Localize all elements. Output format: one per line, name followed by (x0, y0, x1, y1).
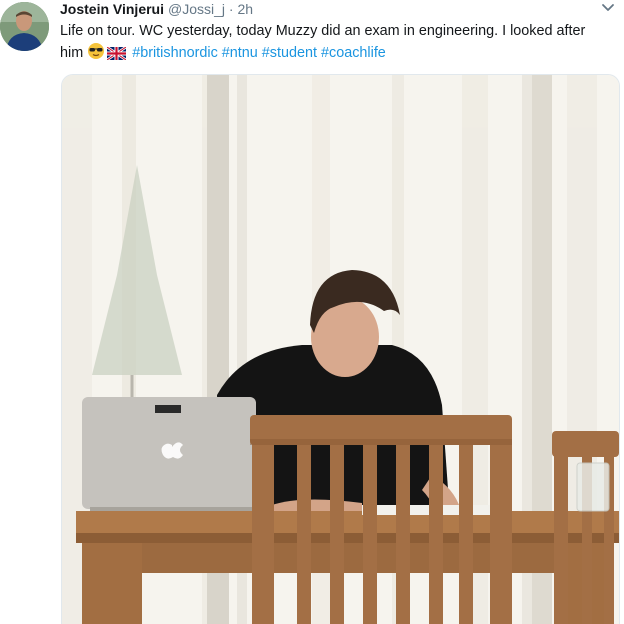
hashtag-link[interactable]: #ntnu (222, 45, 258, 61)
hashtag-link[interactable]: #student (262, 45, 317, 61)
tweet: Jostein Vinjerui @Jossi_j · 2h Life on to… (0, 0, 624, 624)
user-handle[interactable]: @Jossi_j (168, 1, 225, 17)
chevron-down-icon[interactable] (600, 1, 616, 15)
timestamp[interactable]: 2h (237, 1, 253, 17)
display-name[interactable]: Jostein Vinjerui (60, 1, 164, 17)
tweet-text: Life on tour. WC yesterday, today Muzzy … (60, 20, 610, 67)
tweet-header: Jostein Vinjerui @Jossi_j · 2h (60, 0, 253, 18)
separator-dot: · (228, 1, 234, 17)
photo-scene (62, 75, 619, 624)
hashtag-link[interactable]: #coachlife (321, 45, 386, 61)
sunglasses-emoji-icon (87, 42, 105, 67)
avatar[interactable] (0, 2, 49, 51)
union-jack-flag-icon (106, 45, 127, 67)
tweet-photo[interactable] (61, 74, 620, 624)
hashtag-link[interactable]: #britishnordic (132, 45, 218, 61)
